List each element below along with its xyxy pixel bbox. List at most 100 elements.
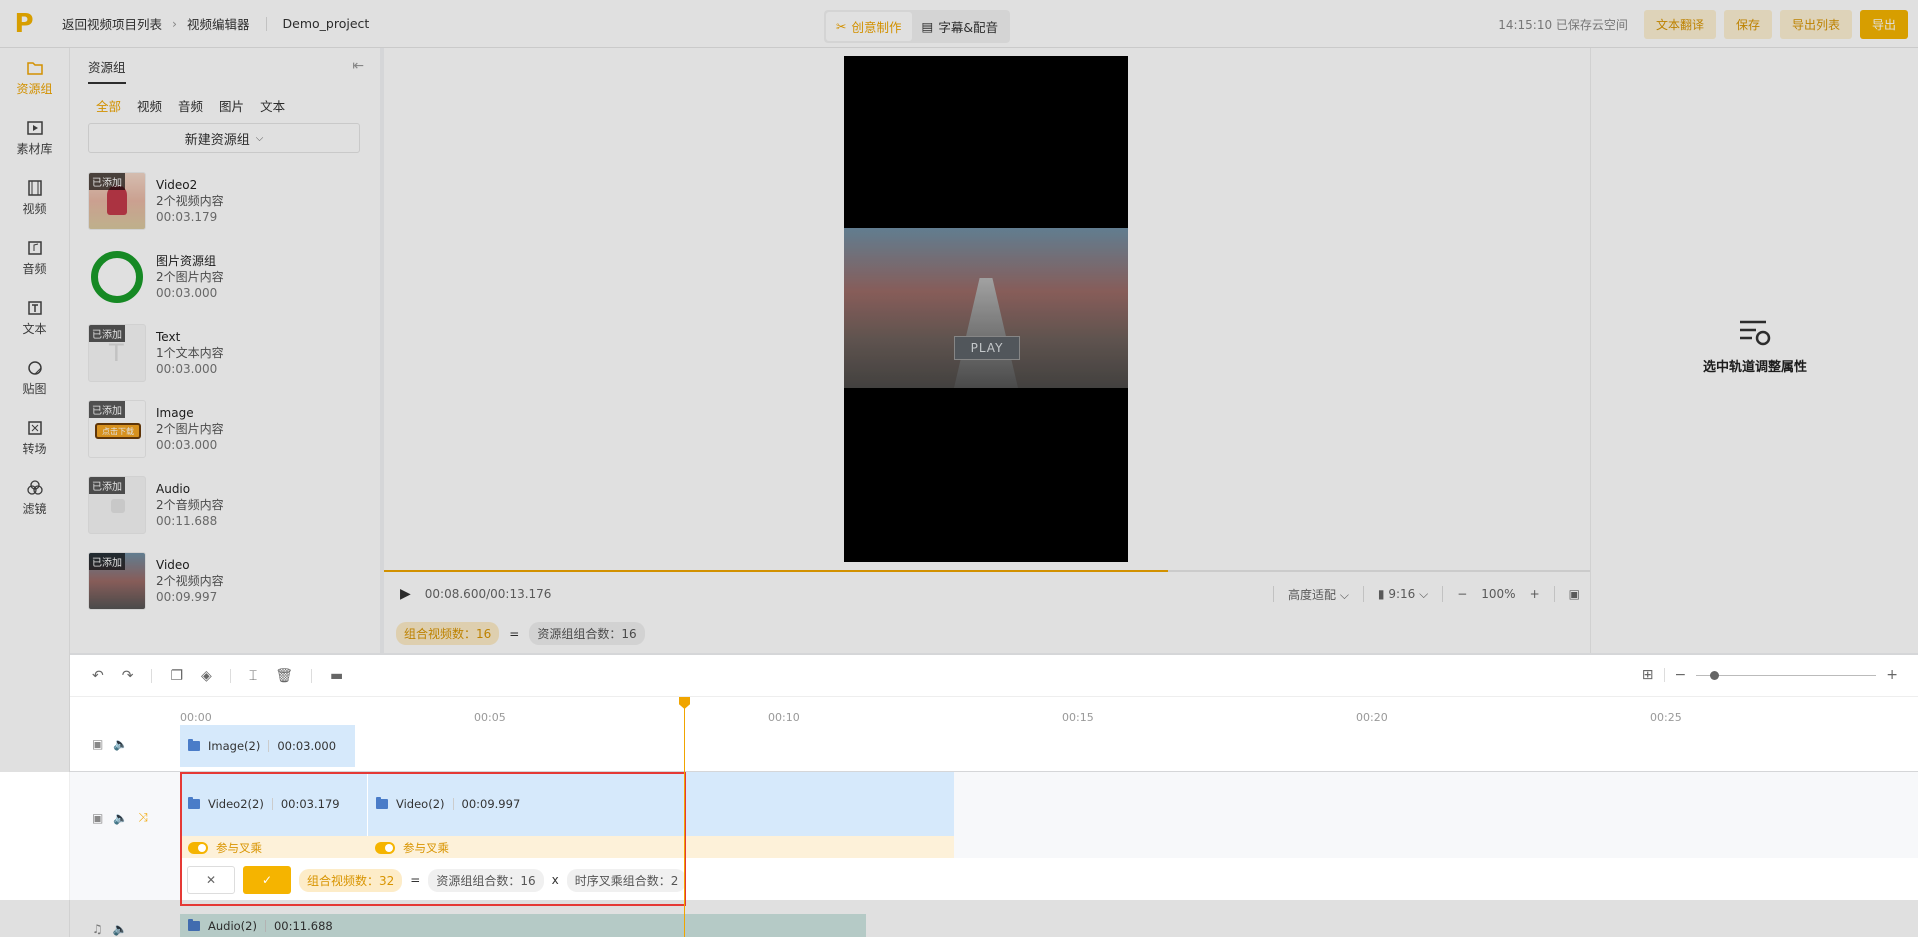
equals-sign: =	[509, 626, 520, 641]
video-frame: PLAY	[844, 228, 1128, 388]
play-icon[interactable]: ▶	[400, 586, 411, 602]
play-overlay: PLAY	[954, 336, 1020, 360]
filter-video[interactable]: 视频	[137, 96, 162, 115]
rail-item-filter[interactable]: 滤镜	[0, 468, 69, 528]
rail-item-text[interactable]: 文本	[0, 288, 69, 348]
editor-crumb[interactable]: 视频编辑器	[187, 14, 250, 33]
rail-item-sticker[interactable]: 贴图	[0, 348, 69, 408]
resource-summary: 2个图片内容	[156, 270, 224, 284]
top-bar: P 返回视频项目列表 › 视频编辑器 Demo_project ✂ 创意制作 ▤…	[0, 0, 1918, 48]
progress-track[interactable]	[384, 570, 1590, 572]
resource-name: 图片资源组	[156, 254, 217, 268]
resource-panel: 资源组 ⇤ 全部 视频 音频 图片 文本 新建资源组 ⌵ 已添加 Video2 …	[70, 48, 380, 653]
app-logo[interactable]: P	[0, 0, 48, 48]
added-tag: 已添加	[89, 553, 125, 570]
paint-icon[interactable]: ◈	[201, 668, 212, 684]
resource-duration: 00:11.688	[156, 514, 218, 528]
fullscreen-icon[interactable]: ▣	[1569, 587, 1580, 601]
collapse-icon[interactable]: ⇤	[352, 58, 364, 74]
clip-name: Image(2)	[208, 739, 261, 753]
rail-item-video[interactable]: 视频	[0, 168, 69, 228]
rail-item-transition[interactable]: 转场	[0, 408, 69, 468]
resource-summary: 2个图片内容	[156, 422, 224, 436]
new-group-button[interactable]: 新建资源组 ⌵	[88, 123, 360, 153]
film-icon	[27, 180, 42, 196]
transition-icon	[27, 421, 42, 435]
resource-name: Audio	[156, 482, 191, 496]
zoom-slider[interactable]	[1696, 670, 1877, 680]
zoom-in-icon[interactable]: +	[1886, 667, 1898, 683]
copy-icon[interactable]: ❐	[170, 668, 183, 684]
translate-button[interactable]: 文本翻译	[1643, 10, 1716, 39]
speaker-icon[interactable]: 🔈	[113, 811, 128, 825]
save-button[interactable]: 保存	[1723, 10, 1772, 39]
sticker-icon	[27, 361, 42, 375]
fit-mode-label: 高度适配	[1287, 587, 1336, 602]
rail-item-resource-groups[interactable]: 资源组	[0, 48, 69, 108]
redo-icon[interactable]: ↷	[122, 668, 134, 684]
properties-panel: 选中轨道调整属性	[1590, 48, 1918, 653]
rail-label: 滤镜	[22, 502, 47, 516]
clip-duration: 00:11.688	[273, 918, 333, 933]
zoom-out-icon[interactable]: −	[1675, 667, 1687, 683]
rail-label: 素材库	[16, 142, 53, 156]
divider	[311, 668, 312, 683]
resource-duration: 00:03.000	[156, 286, 218, 300]
rail-item-audio[interactable]: 音频	[0, 228, 69, 288]
resource-duration: 00:03.000	[156, 362, 218, 376]
list-item[interactable]: 已添加 Video2 2个视频内容 00:03.179	[88, 163, 380, 239]
divider	[265, 16, 267, 31]
breadcrumb: 返回视频项目列表 › 视频编辑器 Demo_project	[62, 14, 369, 33]
export-list-button[interactable]: 导出列表	[1779, 10, 1852, 39]
resource-name: Video2	[156, 178, 198, 192]
street-graphic	[954, 278, 1018, 388]
image-clip[interactable]: Image(2) 00:03.000	[180, 725, 355, 767]
image-track: ▣ 🔈 Image(2) 00:03.000	[70, 725, 1918, 771]
undo-icon[interactable]: ↶	[92, 668, 104, 684]
playhead[interactable]	[684, 697, 685, 937]
audio-clip[interactable]: Audio(2) 00:11.688	[180, 914, 866, 937]
folder-icon[interactable]: ▬	[330, 668, 343, 684]
list-item[interactable]: 点击下载 已添加 Image 2个图片内容 00:03.000	[88, 391, 380, 467]
rail-label: 资源组	[16, 82, 53, 96]
zoom-out-icon[interactable]: −	[1457, 587, 1467, 601]
resource-duration: 00:09.997	[156, 590, 218, 604]
properties-hint: 选中轨道调整属性	[1702, 360, 1807, 375]
zoom-in-icon[interactable]: +	[1530, 587, 1540, 601]
track-type-icon: ▣	[92, 810, 104, 825]
video-canvas[interactable]: PLAY	[844, 56, 1128, 562]
clip-duration: 00:03.000	[277, 739, 337, 753]
track-controls: ▣ 🔈 ⤨	[92, 810, 148, 825]
split-icon[interactable]: ⌶	[249, 668, 257, 684]
thumbnail: 已添加	[88, 552, 146, 610]
list-item[interactable]: T 已添加 Text 1个文本内容 00:03.000	[88, 315, 380, 391]
filter-text[interactable]: 文本	[260, 96, 285, 115]
thumbnail: T 已添加	[88, 324, 146, 382]
back-to-projects-link[interactable]: 返回视频项目列表	[62, 14, 162, 33]
list-item[interactable]: 已添加 Video 2个视频内容 00:09.997	[88, 543, 380, 619]
timeline-ruler[interactable]: 00:00 00:05 00:10 00:15 00:20 00:25	[70, 697, 1918, 725]
rail-item-library[interactable]: 素材库	[0, 108, 69, 168]
filter-audio[interactable]: 音频	[178, 96, 203, 115]
magic-wand-icon: ✂	[836, 19, 847, 34]
ratio-select[interactable]: ▮ 9:16 ⌵	[1378, 587, 1428, 602]
properties-empty-state: 选中轨道调整属性	[1591, 318, 1918, 375]
filter-image[interactable]: 图片	[219, 96, 244, 115]
filter-all[interactable]: 全部	[96, 96, 121, 115]
divider	[264, 919, 266, 932]
tab-subtitles[interactable]: ▤ 字幕&配音	[912, 12, 1009, 41]
resource-summary: 2个音频内容	[156, 498, 224, 512]
panel-title[interactable]: 资源组	[88, 49, 126, 84]
delete-icon[interactable]: 🗑	[275, 668, 293, 684]
fit-timeline-icon[interactable]: ⊞	[1642, 667, 1654, 683]
export-button[interactable]: 导出	[1859, 10, 1908, 39]
list-item[interactable]: 图片资源组 2个图片内容 00:03.000	[88, 239, 380, 315]
fit-mode-select[interactable]: 高度适配 ⌵	[1288, 586, 1349, 603]
speaker-icon[interactable]: 🔈	[113, 737, 128, 751]
list-item[interactable]: 已添加 Audio 2个音频内容 00:11.688	[88, 467, 380, 543]
zoom-knob[interactable]	[1710, 670, 1720, 680]
speaker-icon[interactable]: 🔈	[113, 922, 128, 936]
tab-creative[interactable]: ✂ 创意制作	[826, 12, 912, 41]
project-name: Demo_project	[282, 16, 370, 31]
shuffle-icon[interactable]: ⤨	[138, 810, 148, 825]
